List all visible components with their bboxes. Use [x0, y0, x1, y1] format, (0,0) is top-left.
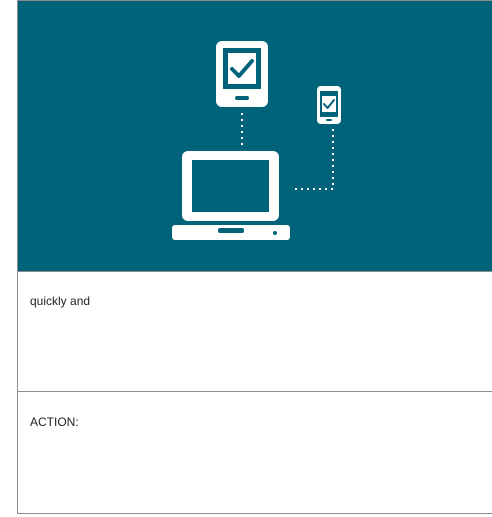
laptop-icon — [172, 151, 290, 240]
text-row-2: ACTION: — [18, 393, 492, 514]
tablet-check-icon — [216, 41, 268, 107]
row-2-text: ACTION: — [30, 415, 79, 429]
text-row-1: quickly and — [18, 272, 492, 392]
hero-banner — [18, 1, 492, 272]
phone-check-icon — [317, 86, 341, 124]
devices-illustration — [18, 1, 492, 271]
content-card: quickly and ACTION: — [17, 0, 492, 514]
row-1-text: quickly and — [30, 294, 91, 308]
